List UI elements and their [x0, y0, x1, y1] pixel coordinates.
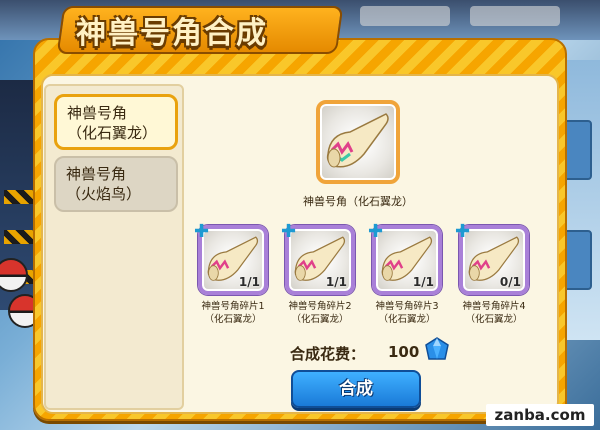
fragment-name-2: 神兽号角碎片2 （化石翼龙） — [275, 300, 365, 326]
list-item-sublabel: （化石翼龙） — [67, 124, 158, 142]
watermark: zanba.com — [486, 404, 594, 426]
fragment-slot-1[interactable]: ✚ 1/1 — [194, 221, 268, 295]
fragment-label: 神兽号角碎片1 — [201, 301, 265, 312]
fragment-sublabel: （化石翼龙） — [465, 314, 523, 325]
fragment-count: 1/1 — [238, 275, 260, 289]
item-list: 神兽号角 （化石翼龙） 神兽号角 （火焰鸟） — [44, 84, 184, 410]
fragment-slot-3[interactable]: ✚ 1/1 — [368, 221, 442, 295]
fragment-slot-4[interactable]: ✚ 0/1 — [455, 221, 529, 295]
fragment-label: 神兽号角碎片4 — [462, 301, 526, 312]
dialog-title: 神兽号角合成 — [76, 16, 268, 51]
fragment-sublabel: （化石翼龙） — [291, 314, 349, 325]
list-item-sublabel: （火焰鸟） — [66, 185, 142, 203]
horn-icon — [326, 113, 389, 168]
list-item-label: 神兽号角 — [66, 165, 127, 183]
list-item-label: 神兽号角 — [67, 104, 128, 122]
list-item-flame-bird[interactable]: 神兽号角 （火焰鸟） — [54, 156, 178, 212]
fragment-slot-2[interactable]: ✚ 1/1 — [281, 221, 355, 295]
fragment-label: 神兽号角碎片2 — [288, 301, 352, 312]
fragment-sublabel: （化石翼龙） — [378, 314, 436, 325]
fragment-name-4: 神兽号角碎片4 （化石翼龙） — [449, 300, 539, 326]
fragment-count: 1/1 — [325, 275, 347, 289]
fragment-count: 0/1 — [499, 275, 521, 289]
fragment-label: 神兽号角碎片3 — [375, 301, 439, 312]
list-item-fossil-pterodactyl[interactable]: 神兽号角 （化石翼龙） — [54, 94, 178, 150]
fragment-sublabel: （化石翼龙） — [204, 314, 262, 325]
cost-label: 合成花费： — [290, 345, 366, 363]
fragment-count: 1/1 — [412, 275, 434, 289]
target-item-slot[interactable] — [316, 100, 400, 184]
target-item-name: 神兽号角（化石翼龙） — [303, 195, 413, 208]
craft-button[interactable]: 合成 — [291, 370, 421, 408]
diamond-icon — [425, 337, 449, 360]
fragment-name-3: 神兽号角碎片3 （化石翼龙） — [362, 300, 452, 326]
fragment-name-1: 神兽号角碎片1 （化石翼龙） — [188, 300, 278, 326]
cost-value: 100 — [388, 343, 420, 361]
